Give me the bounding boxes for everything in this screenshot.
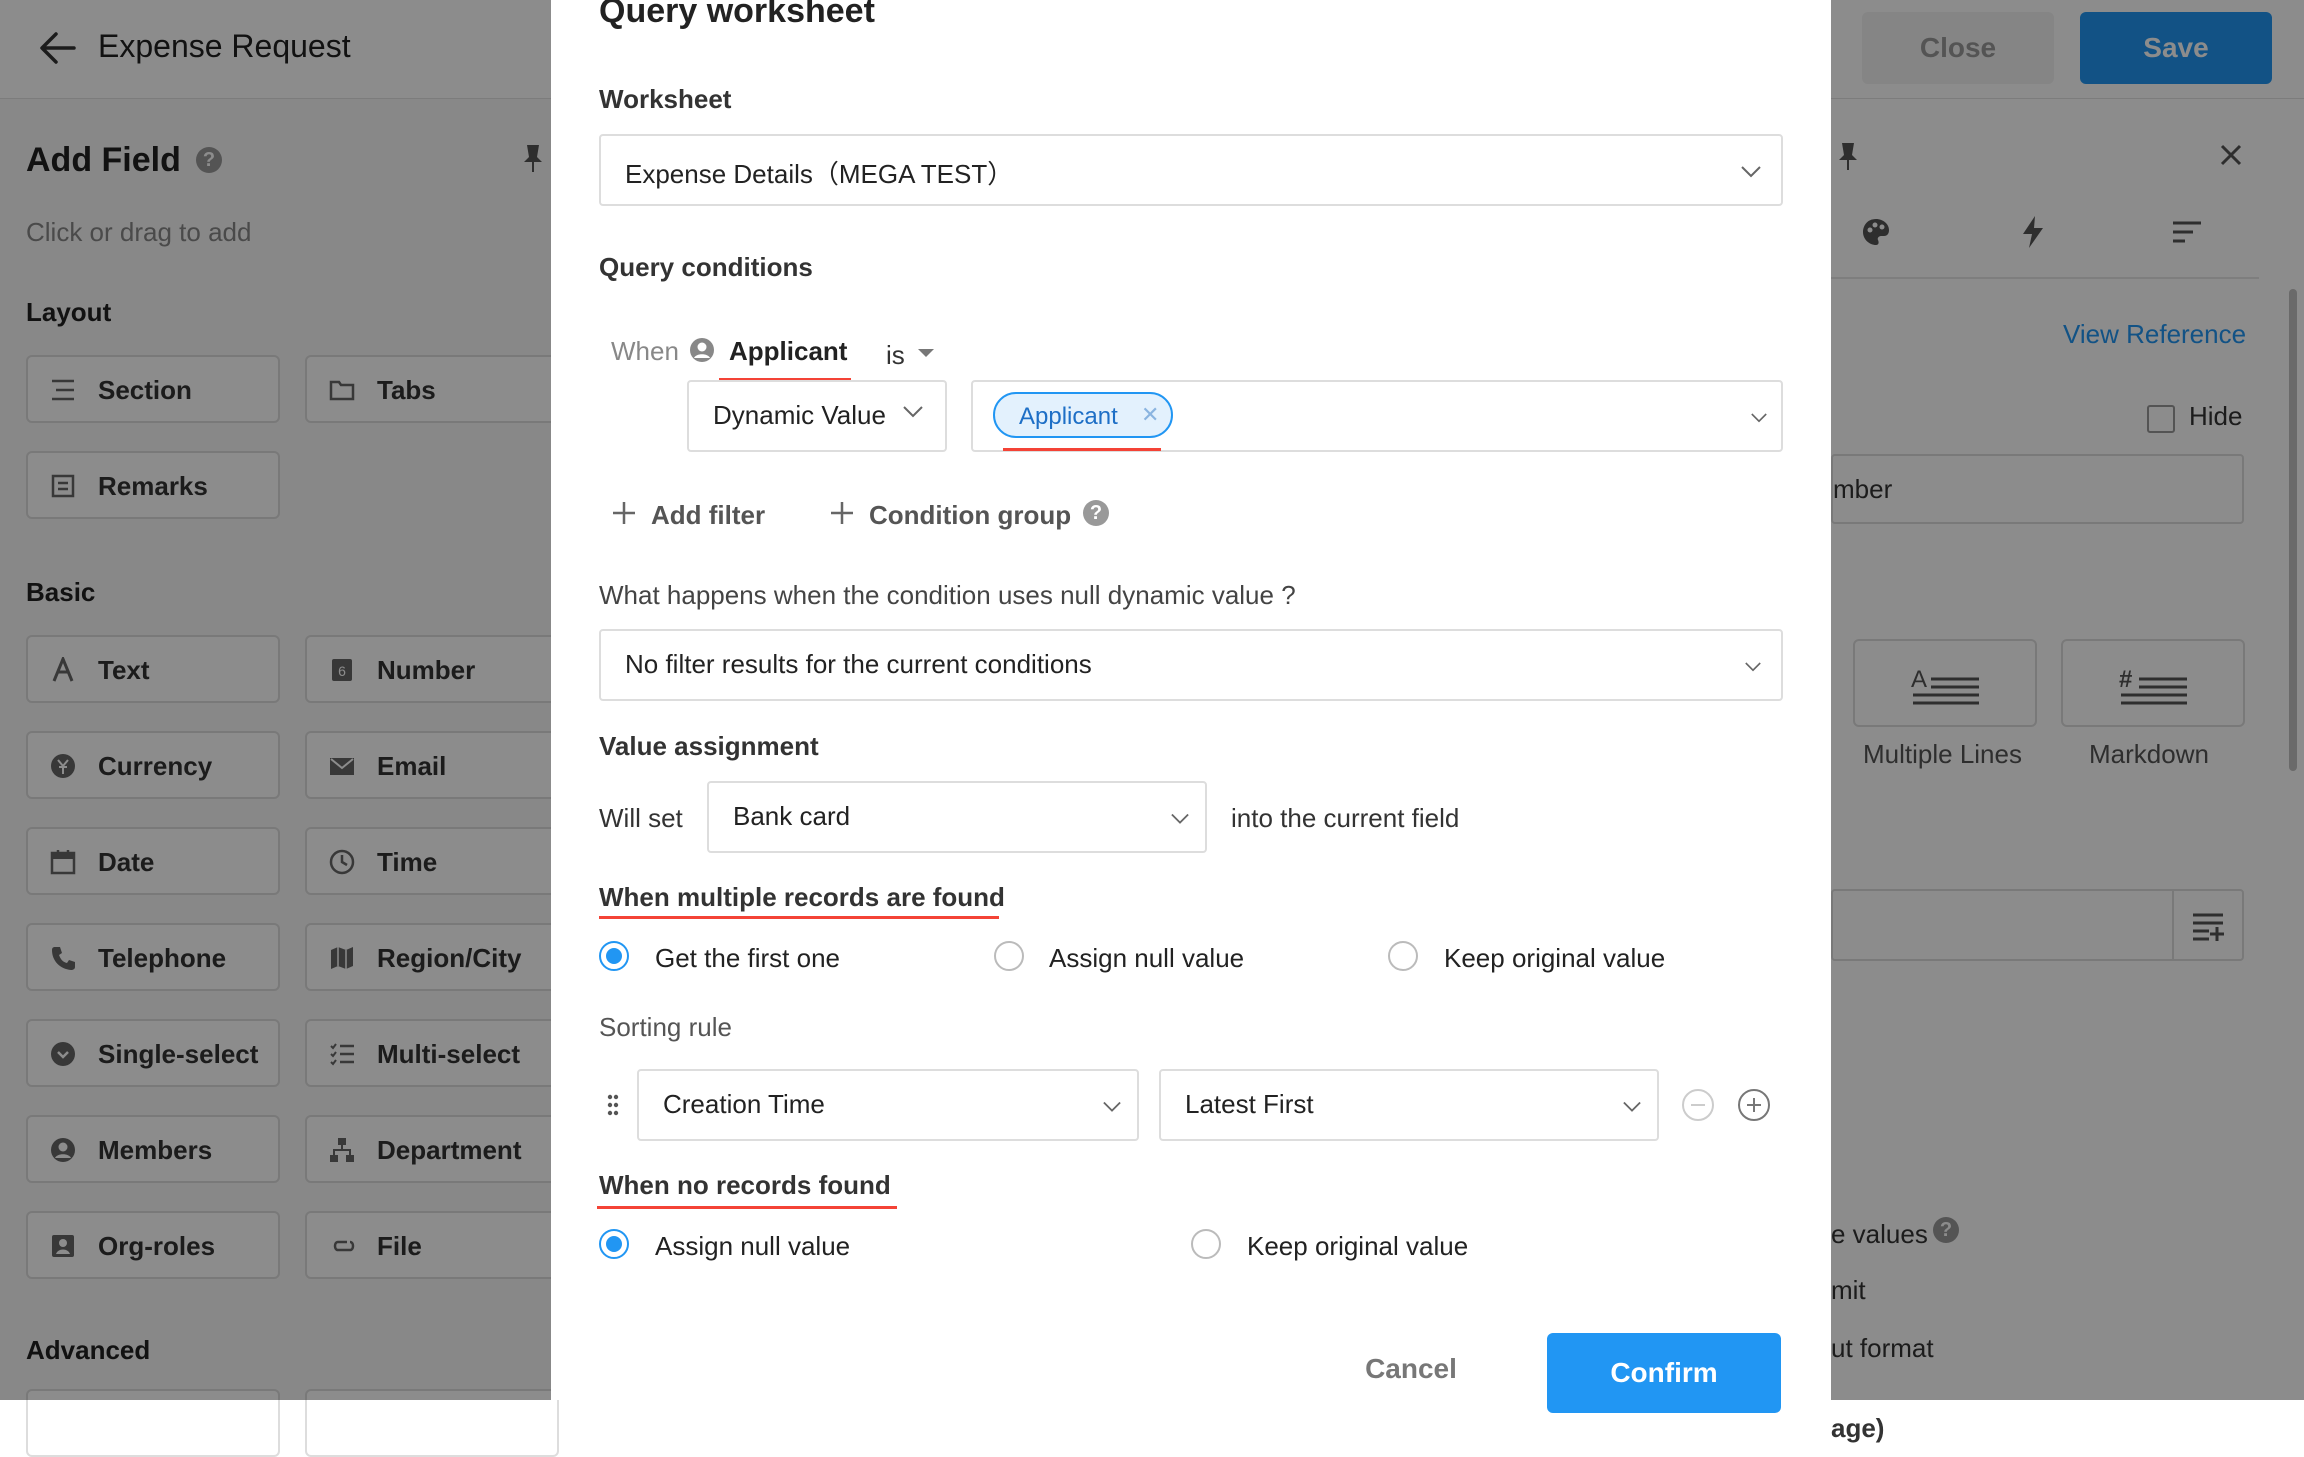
- null-behavior-value: No filter results for the current condit…: [625, 649, 1092, 679]
- add-filter-button[interactable]: Add filter: [651, 500, 765, 531]
- null-behavior-select[interactable]: No filter results for the current condit…: [599, 629, 1783, 701]
- chevron-down-icon: [903, 406, 923, 418]
- null-value-question: What happens when the condition uses nul…: [599, 580, 1296, 610]
- radio-label: Keep original value: [1444, 943, 1666, 973]
- chevron-down-icon: [1745, 662, 1761, 672]
- no-records-label: When no records found: [599, 1170, 891, 1200]
- highlight-underline: [597, 1206, 897, 1209]
- caret-down-icon[interactable]: [917, 348, 935, 358]
- sort-field-value: Creation Time: [663, 1089, 825, 1119]
- plus-icon[interactable]: [611, 500, 637, 526]
- chevron-down-icon: [1623, 1101, 1641, 1112]
- value-tag[interactable]: Applicant ✕: [993, 392, 1173, 438]
- add-circle-icon[interactable]: [1737, 1088, 1771, 1122]
- chevron-down-icon: [1103, 1101, 1121, 1112]
- radio-get-first[interactable]: [599, 941, 629, 971]
- condition-group-button[interactable]: Condition group: [869, 500, 1071, 531]
- chevron-down-icon: [1741, 166, 1761, 178]
- condition-operator[interactable]: is: [886, 340, 905, 371]
- dialog-title: Query worksheet: [599, 0, 875, 30]
- assign-field-value: Bank card: [733, 801, 851, 831]
- will-set-label: Will set: [599, 803, 683, 833]
- radio-label: Assign null value: [1049, 943, 1245, 973]
- value-assignment-label: Value assignment: [599, 731, 819, 761]
- sorting-rule-label: Sorting rule: [599, 1012, 732, 1042]
- setting-text: age): [1831, 1413, 1885, 1443]
- sort-field-select[interactable]: Creation Time: [637, 1069, 1139, 1141]
- user-icon: [690, 338, 714, 362]
- help-icon[interactable]: ?: [1083, 500, 1109, 526]
- value-tag-label: Applicant: [1019, 403, 1118, 430]
- radio-label: Assign null value: [655, 1231, 851, 1261]
- radio-label: Get the first one: [655, 943, 840, 973]
- value-type-select[interactable]: Dynamic Value: [687, 380, 947, 452]
- worksheet-select[interactable]: Expense Details（MEGA TEST）: [599, 134, 1783, 206]
- sort-order-value: Latest First: [1185, 1089, 1314, 1119]
- assign-field-select[interactable]: Bank card: [707, 781, 1207, 853]
- plus-icon[interactable]: [829, 500, 855, 526]
- value-type: Dynamic Value: [713, 400, 886, 430]
- radio-keep-original[interactable]: [1388, 941, 1418, 971]
- radio-keep-original[interactable]: [1191, 1229, 1221, 1259]
- chevron-down-icon: [1171, 813, 1189, 824]
- highlight-underline: [1003, 448, 1161, 451]
- radio-assign-null[interactable]: [599, 1229, 629, 1259]
- when-label: When: [611, 336, 679, 366]
- radio-assign-null[interactable]: [994, 941, 1024, 971]
- drag-handle-icon[interactable]: [607, 1094, 619, 1116]
- multiple-records-label: When multiple records are found: [599, 882, 1005, 912]
- worksheet-value: Expense Details（MEGA TEST）: [625, 159, 1014, 189]
- chevron-down-icon: [1751, 413, 1767, 423]
- remove-tag-icon[interactable]: ✕: [1141, 402, 1159, 428]
- remove-circle-icon[interactable]: [1681, 1088, 1715, 1122]
- confirm-button[interactable]: Confirm: [1547, 1333, 1781, 1413]
- sort-order-select[interactable]: Latest First: [1159, 1069, 1659, 1141]
- into-field-label: into the current field: [1231, 803, 1460, 833]
- radio-label: Keep original value: [1247, 1231, 1469, 1261]
- query-worksheet-dialog: Query worksheet Worksheet Expense Detail…: [551, 0, 1831, 1413]
- worksheet-label: Worksheet: [599, 84, 732, 114]
- cancel-button[interactable]: Cancel: [1331, 1334, 1491, 1404]
- highlight-underline: [599, 916, 999, 919]
- condition-field[interactable]: Applicant: [729, 336, 847, 367]
- query-conditions-label: Query conditions: [599, 252, 813, 282]
